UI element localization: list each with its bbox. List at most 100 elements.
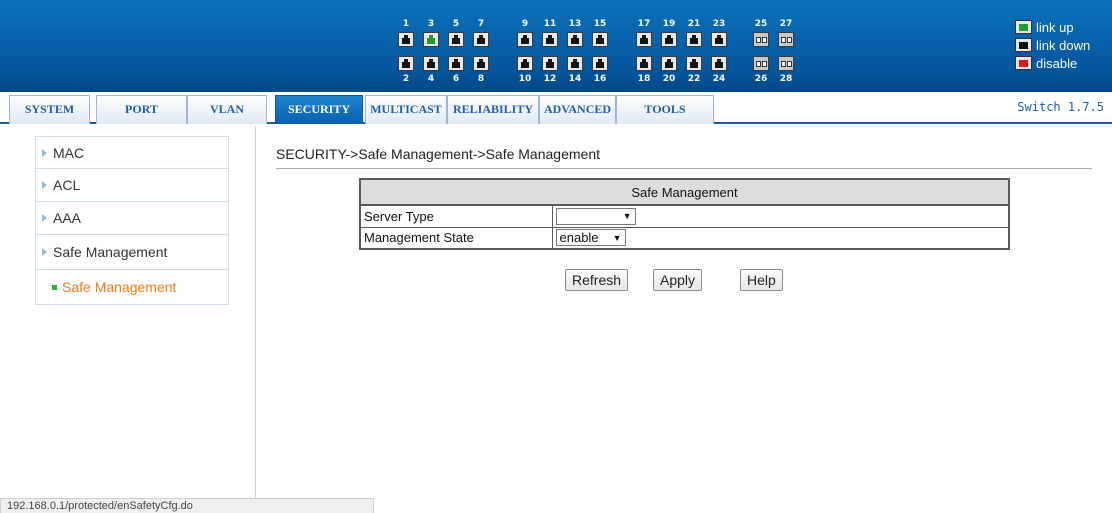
dropdown-arrow-icon: ▼	[612, 232, 622, 243]
chevron-right-icon	[42, 181, 47, 189]
link-down-icon	[1015, 38, 1032, 52]
legend-disable-label: disable	[1036, 55, 1078, 71]
port-22-icon[interactable]	[686, 56, 702, 71]
port-6-icon[interactable]	[448, 56, 464, 71]
link-up-icon	[1015, 20, 1032, 34]
port-18-icon[interactable]	[636, 56, 652, 71]
port-26-icon[interactable]	[753, 56, 769, 71]
port-number: 22	[687, 74, 701, 84]
sidebar-item-label: AAA	[53, 210, 82, 226]
port-9-icon[interactable]	[517, 32, 533, 47]
port-number: 12	[543, 74, 557, 84]
chevron-right-icon	[42, 214, 47, 222]
tab-port[interactable]: PORT	[96, 95, 187, 124]
port-4-icon[interactable]	[423, 56, 439, 71]
tab-tools[interactable]: TOOLS	[616, 95, 714, 124]
table-row: Management State enable ▼	[359, 226, 1010, 250]
port-number: 15	[593, 19, 607, 29]
port-27-icon[interactable]	[778, 32, 794, 47]
legend-link-up: link up	[1015, 18, 1090, 36]
port-number: 14	[568, 74, 582, 84]
port-20-icon[interactable]	[661, 56, 677, 71]
sidebar-item-label: MAC	[53, 144, 85, 161]
server-type-cell: ▼	[551, 204, 1010, 228]
port-number: 13	[568, 19, 582, 29]
port-number: 7	[477, 19, 485, 29]
port-number: 1	[402, 19, 410, 29]
sidebar-item-acl[interactable]: ACL	[35, 169, 229, 202]
port-7-icon[interactable]	[473, 32, 489, 47]
port-status-panel: 1 2 3 4 5 6 7 8 9 10 11 12 13 14 15 16 17 18 19 20 21 22 23 24 2…	[0, 0, 1112, 92]
apply-button[interactable]: Apply	[653, 269, 703, 291]
port-15-icon[interactable]	[592, 32, 608, 47]
port-number: 19	[662, 19, 676, 29]
port-2-icon[interactable]	[398, 56, 414, 71]
management-state-select[interactable]: enable ▼	[555, 229, 626, 247]
browser-status-bar: 192.168.0.1/protected/enSafetyCfg.do	[0, 498, 374, 513]
port-number: 8	[477, 74, 485, 84]
port-14-icon[interactable]	[567, 56, 583, 71]
sidebar-subitem-label: Safe Management	[62, 279, 177, 295]
port-number: 28	[779, 74, 793, 84]
tab-reliability[interactable]: RELIABILITY	[447, 95, 539, 124]
port-16-icon[interactable]	[592, 56, 608, 71]
management-state-label: Management State	[359, 226, 553, 250]
port-number: 4	[427, 74, 435, 84]
management-state-value: enable	[559, 230, 599, 246]
port-24-icon[interactable]	[711, 56, 727, 71]
port-number: 10	[518, 74, 532, 84]
port-12-icon[interactable]	[542, 56, 558, 71]
port-3-icon[interactable]	[423, 32, 439, 47]
breadcrumb: SECURITY->Safe Management->Safe Manageme…	[276, 146, 600, 162]
sidebar-item-mac[interactable]: MAC	[35, 136, 229, 169]
port-17-icon[interactable]	[636, 32, 652, 47]
disable-icon	[1015, 56, 1032, 70]
tab-security[interactable]: SECURITY	[275, 95, 363, 124]
legend-link-down: link down	[1015, 36, 1090, 54]
port-1-icon[interactable]	[398, 32, 414, 47]
port-21-icon[interactable]	[686, 32, 702, 47]
port-number: 3	[427, 19, 435, 29]
port-10-icon[interactable]	[517, 56, 533, 71]
tab-multicast[interactable]: MULTICAST	[365, 95, 447, 124]
port-11-icon[interactable]	[542, 32, 558, 47]
port-number: 5	[452, 19, 460, 29]
legend-link-up-label: link up	[1036, 19, 1074, 35]
sidebar-item-label: ACL	[53, 177, 81, 193]
server-type-label: Server Type	[359, 204, 553, 228]
port-legend: link up link down disable	[1015, 18, 1090, 72]
port-number: 17	[637, 19, 651, 29]
chevron-right-icon	[42, 148, 47, 157]
port-number: 11	[543, 19, 557, 29]
firmware-version: Switch 1.7.5	[1017, 100, 1104, 114]
port-number: 26	[754, 74, 768, 84]
refresh-button[interactable]: Refresh	[565, 269, 629, 291]
port-8-icon[interactable]	[473, 56, 489, 71]
port-23-icon[interactable]	[711, 32, 727, 47]
port-number: 21	[687, 19, 701, 29]
port-13-icon[interactable]	[567, 32, 583, 47]
sidebar-item-safe-management[interactable]: Safe Management	[35, 235, 229, 270]
port-19-icon[interactable]	[661, 32, 677, 47]
port-number: 6	[452, 74, 460, 84]
sidebar-item-aaa[interactable]: AAA	[35, 202, 229, 235]
port-number: 24	[712, 74, 726, 84]
tab-system[interactable]: SYSTEM	[9, 95, 90, 124]
main-nav: SYSTEM PORT VLAN SECURITY MULTICAST RELI…	[0, 92, 1112, 124]
help-button[interactable]: Help	[740, 269, 783, 291]
server-type-select[interactable]: ▼	[555, 207, 636, 225]
divider	[276, 168, 1092, 169]
legend-link-down-label: link down	[1036, 37, 1091, 53]
table-row: Server Type ▼	[359, 204, 1010, 228]
dropdown-arrow-icon: ▼	[622, 211, 632, 222]
port-5-icon[interactable]	[448, 32, 464, 47]
sidebar-subitem-safe-management[interactable]: Safe Management	[35, 270, 229, 305]
tab-vlan[interactable]: VLAN	[187, 95, 267, 124]
safe-management-table: Safe Management Server Type ▼ Management…	[359, 178, 1010, 250]
port-25-icon[interactable]	[753, 32, 769, 47]
sidebar-item-label: Safe Management	[53, 244, 168, 260]
tab-advanced[interactable]: ADVANCED	[539, 95, 616, 124]
table-title: Safe Management	[359, 178, 1010, 206]
legend-disable: disable	[1015, 54, 1090, 72]
port-28-icon[interactable]	[778, 56, 794, 71]
